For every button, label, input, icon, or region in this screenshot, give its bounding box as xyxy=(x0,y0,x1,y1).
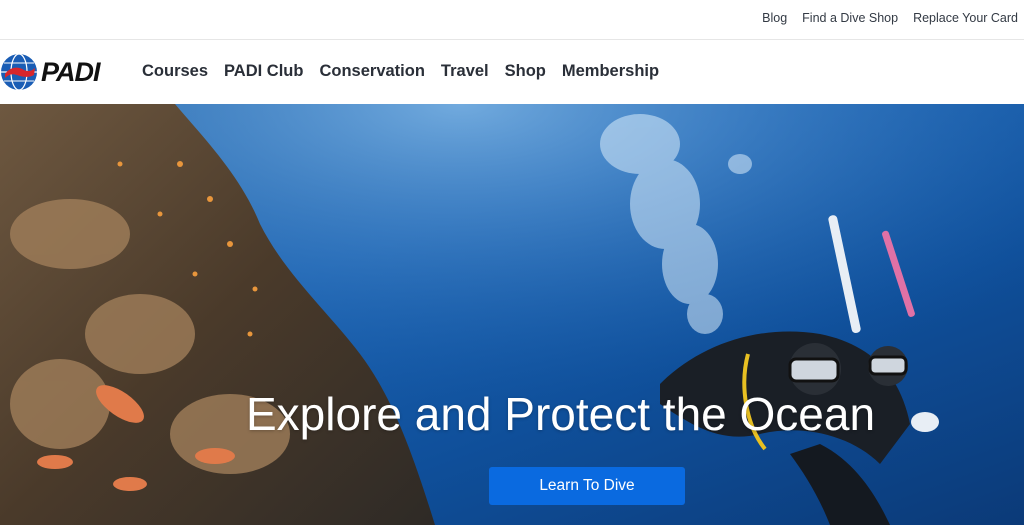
learn-to-dive-button[interactable]: Learn To Dive xyxy=(489,467,685,505)
utility-link-find-dive-shop[interactable]: Find a Dive Shop xyxy=(802,11,898,25)
nav-item-travel[interactable]: Travel xyxy=(441,62,489,81)
nav-item-shop[interactable]: Shop xyxy=(505,62,546,81)
nav-item-padi-club[interactable]: PADI Club xyxy=(224,62,303,81)
nav-item-courses[interactable]: Courses xyxy=(142,62,208,81)
hero-image xyxy=(0,104,1024,525)
utility-link-replace-card[interactable]: Replace Your Card xyxy=(913,11,1018,25)
utility-link-blog[interactable]: Blog xyxy=(762,11,787,25)
globe-logo-icon xyxy=(1,53,37,91)
main-header: PADI Courses PADI Club Conservation Trav… xyxy=(0,41,1024,104)
utility-nav: Blog Find a Dive Shop Replace Your Card xyxy=(762,11,1018,25)
padi-logo[interactable]: PADI xyxy=(0,53,101,91)
hero-title: Explore and Protect the Ocean xyxy=(246,388,876,440)
nav-item-conservation[interactable]: Conservation xyxy=(319,62,424,81)
logo-wordmark: PADI xyxy=(41,56,101,87)
primary-nav: Courses PADI Club Conservation Travel Sh… xyxy=(142,62,659,81)
nav-item-membership[interactable]: Membership xyxy=(562,62,659,81)
hero-banner: Explore and Protect the Ocean Learn To D… xyxy=(0,104,1024,525)
utility-bar: Blog Find a Dive Shop Replace Your Card xyxy=(0,0,1024,40)
